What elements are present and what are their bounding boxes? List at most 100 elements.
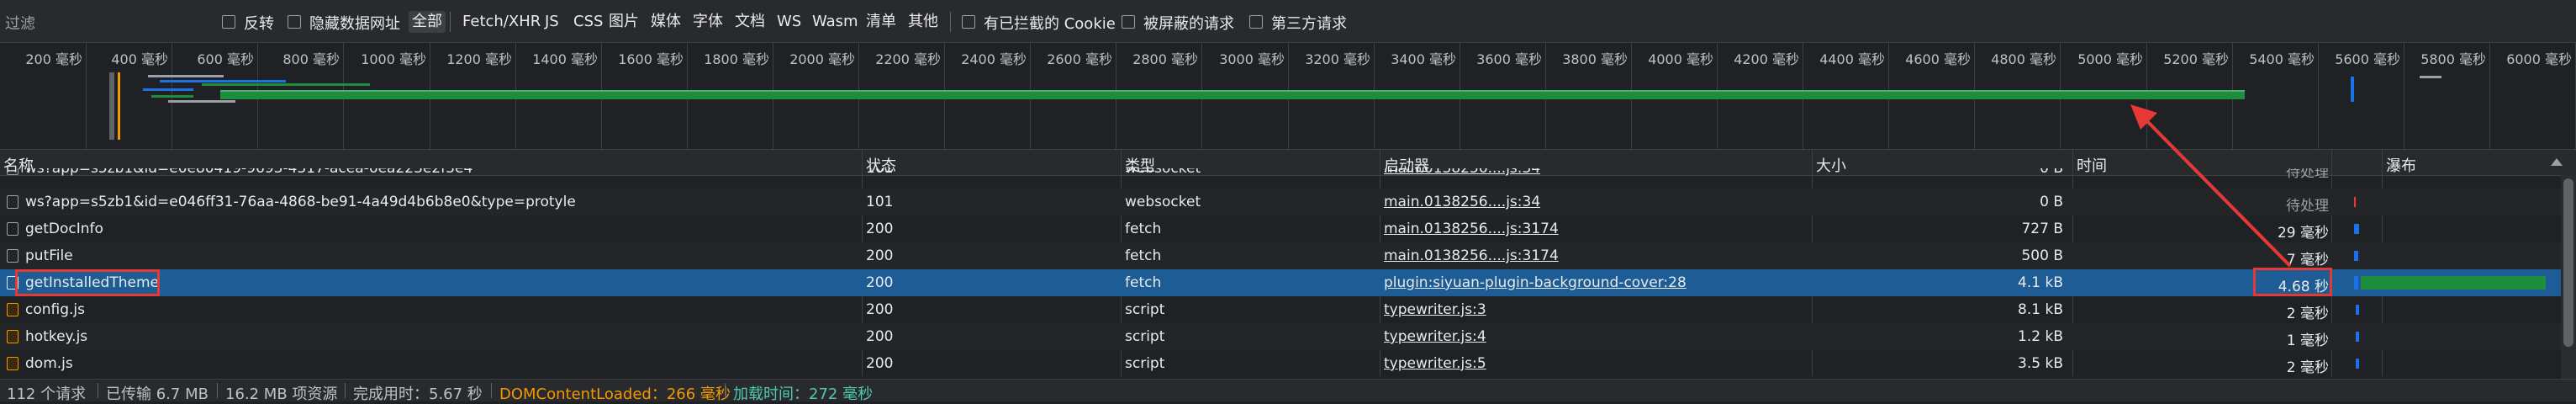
divider — [725, 383, 726, 398]
request-status: 200 — [866, 221, 894, 237]
hide-data-urls-checkbox[interactable] — [288, 15, 301, 29]
script-icon — [7, 357, 18, 370]
timeline-tick — [2489, 43, 2490, 149]
request-time: 1 毫秒 — [2286, 332, 2329, 349]
table-scrollbar-thumb[interactable] — [2563, 178, 2573, 347]
timeline-tick-label: 400 毫秒 — [111, 51, 168, 67]
timeline-tick-label: 2200 毫秒 — [875, 51, 941, 67]
request-type: script — [1125, 328, 1165, 345]
type-filter-all[interactable]: 全部 — [409, 11, 446, 33]
table-row[interactable]: ws?app=s5zb1&id=e0e80419-9693-4317-acea-… — [0, 168, 2561, 182]
request-status: 200 — [866, 328, 894, 345]
waterfall-bar — [2356, 332, 2359, 342]
invert-label: 反转 — [244, 15, 274, 33]
timeline-tick-label: 4800 毫秒 — [1991, 51, 2056, 67]
request-status: 200 — [866, 355, 894, 372]
blocked-cookies-label: 有已拦截的 Cookie — [984, 15, 1116, 33]
blocked-requests-checkbox[interactable] — [1122, 15, 1135, 29]
timeline-tick-label: 1000 毫秒 — [361, 51, 426, 67]
request-name: ws?app=s5zb1&id=e046ff31-76aa-4868-be91-… — [25, 194, 576, 210]
third-party-checkbox[interactable] — [1249, 15, 1263, 29]
waterfall-bar — [2356, 359, 2359, 369]
filter-input[interactable] — [3, 12, 217, 35]
request-name: getDocInfo — [25, 221, 103, 237]
timeline-tick-label: 6000 毫秒 — [2506, 51, 2572, 67]
request-initiator-link[interactable]: main.0138256....js:34 — [1384, 194, 1540, 210]
table-row[interactable]: hotkey.js 200 script typewriter.js:4 1.2… — [0, 323, 2561, 350]
request-initiator-link[interactable]: main.0138256....js:3174 — [1384, 247, 1559, 264]
type-filter-font[interactable]: 字体 — [689, 11, 726, 33]
waterfall-bar — [2354, 251, 2358, 261]
divider — [950, 12, 951, 32]
divider — [217, 383, 218, 398]
blocked-cookies-checkbox[interactable] — [962, 15, 975, 29]
type-filter-js[interactable]: JS — [541, 11, 562, 33]
table-row[interactable]: dom.js 200 script typewriter.js:5 3.5 kB… — [0, 350, 2561, 377]
timeline-tick-label: 5200 毫秒 — [2163, 51, 2229, 67]
blocked-requests-label: 被屏蔽的请求 — [1143, 15, 1234, 33]
type-filter-wasm[interactable]: Wasm — [809, 11, 862, 33]
timeline-tick-label: 4600 毫秒 — [1905, 51, 1971, 67]
request-type: script — [1125, 355, 1165, 372]
request-time: 2 毫秒 — [2286, 359, 2329, 376]
waterfall-bar — [2354, 276, 2358, 290]
load-time: 加载时间：272 毫秒 — [733, 385, 874, 403]
request-initiator-link[interactable]: main.0138256....js:34 — [1384, 168, 1540, 177]
request-initiator-link[interactable]: typewriter.js:5 — [1384, 355, 1486, 372]
script-icon — [7, 330, 18, 343]
request-initiator-link[interactable]: main.0138256....js:3174 — [1384, 221, 1559, 237]
resources-size: 16.2 MB 项资源 — [225, 385, 338, 403]
table-row[interactable]: config.js 200 script typewriter.js:3 8.1… — [0, 296, 2561, 323]
request-status: 200 — [866, 247, 894, 264]
type-filter-css[interactable]: CSS — [570, 11, 606, 33]
type-filter-img[interactable]: 图片 — [605, 11, 642, 33]
request-status: 101 — [866, 168, 894, 177]
request-type: script — [1125, 301, 1165, 318]
request-initiator-link[interactable]: plugin:siyuan-plugin-background-cover:28 — [1384, 274, 1687, 291]
type-filter-media[interactable]: 媒体 — [647, 11, 684, 33]
request-initiator-link[interactable]: typewriter.js:3 — [1384, 301, 1486, 318]
timeline-tick-label: 200 毫秒 — [25, 51, 82, 67]
type-filter-ws[interactable]: WS — [773, 11, 805, 33]
table-row[interactable]: putFile 200 fetch main.0138256....js:317… — [0, 242, 2561, 269]
table-row[interactable]: getDocInfo 200 fetch main.0138256....js:… — [0, 215, 2561, 242]
timeline-tick-label: 3200 毫秒 — [1305, 51, 1370, 67]
timeline-tick-label: 5000 毫秒 — [2077, 51, 2143, 67]
request-size: 8.1 kB — [2018, 301, 2063, 318]
sort-ascending-icon — [2551, 158, 2563, 166]
timeline-tick-label: 5800 毫秒 — [2420, 51, 2486, 67]
request-initiator-link[interactable]: typewriter.js:4 — [1384, 328, 1486, 345]
timeline-tick — [2318, 43, 2319, 149]
waterfall-long-bar — [2361, 276, 2546, 290]
websocket-icon — [7, 195, 18, 209]
request-name: dom.js — [25, 355, 73, 372]
timeline-tick-label: 600 毫秒 — [197, 51, 254, 67]
timeline-tick-label: 3600 毫秒 — [1476, 51, 1542, 67]
request-size: 4.1 kB — [2018, 274, 2063, 291]
invert-checkbox[interactable] — [222, 15, 235, 29]
type-filter-fetch-xhr[interactable]: Fetch/XHR — [459, 11, 544, 33]
overview-request-bar — [168, 100, 235, 103]
timeline-tick-label: 1400 毫秒 — [532, 51, 598, 67]
transferred-size: 已传输 6.7 MB — [106, 385, 209, 403]
table-row-selected[interactable]: getInstalledTheme 200 fetch plugin:siyua… — [0, 269, 2561, 296]
type-filter-other[interactable]: 其他 — [905, 11, 942, 33]
timeline-tick-label: 4000 毫秒 — [1648, 51, 1713, 67]
network-overview[interactable]: 200 毫秒 400 毫秒 600 毫秒 800 毫秒 1000 毫秒 1200 毫秒 14… — [0, 43, 2576, 149]
timeline-tick-label: 5400 毫秒 — [2249, 51, 2315, 67]
type-filter-manifest[interactable]: 清单 — [863, 11, 900, 33]
request-count: 112 个请求 — [7, 385, 87, 403]
request-name: hotkey.js — [25, 328, 88, 345]
overview-request-bar — [2420, 76, 2441, 78]
status-bar: 112 个请求 已传输 6.7 MB 16.2 MB 项资源 完成用时：5.67… — [0, 379, 2576, 403]
request-size: 500 B — [2021, 247, 2063, 264]
table-row[interactable]: ws?app=s5zb1&id=e046ff31-76aa-4868-be91-… — [0, 189, 2561, 215]
timeline-tick-label: 3800 毫秒 — [1562, 51, 1628, 67]
type-filter-doc[interactable]: 文档 — [731, 11, 768, 33]
load-line — [2351, 77, 2354, 102]
waterfall-bar — [2356, 305, 2359, 315]
document-icon — [7, 249, 18, 263]
timeline-tick-label: 2400 毫秒 — [961, 51, 1027, 67]
overview-marker — [109, 72, 114, 140]
divider — [491, 383, 492, 398]
